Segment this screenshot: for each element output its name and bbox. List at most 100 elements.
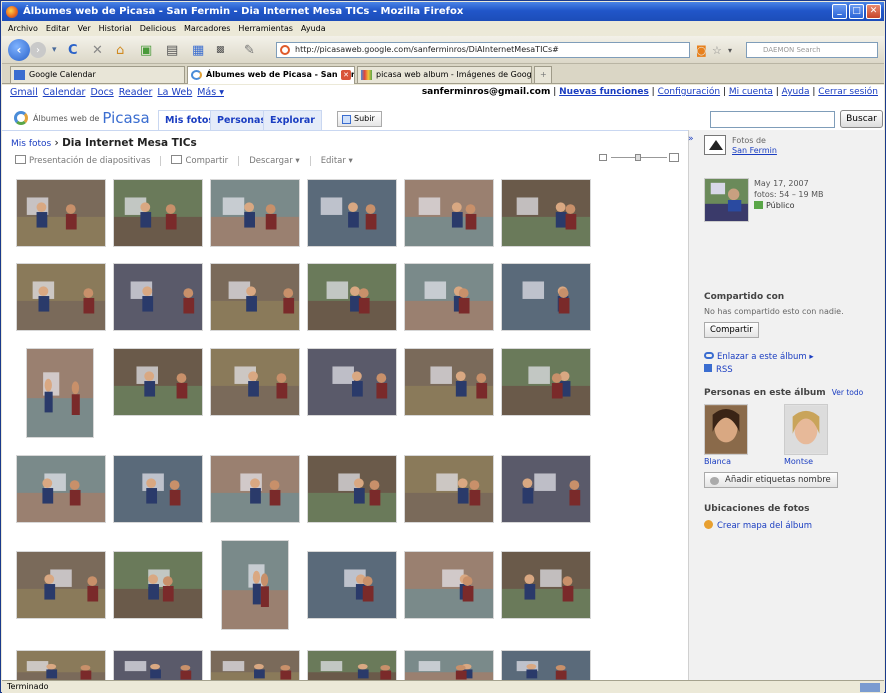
link-account[interactable]: Mi cuenta <box>729 87 773 97</box>
album-owner: Fotos de San Fermin <box>704 135 777 156</box>
history-dropdown-icon[interactable]: ▾ <box>52 41 57 59</box>
photo-thumbnail[interactable] <box>404 263 494 331</box>
public-icon <box>754 201 763 209</box>
photo-thumbnail[interactable] <box>16 551 106 619</box>
star-icon[interactable]: ☆ <box>712 41 722 59</box>
photo-thumbnail[interactable] <box>210 455 300 523</box>
menu-historial[interactable]: Historial <box>99 24 132 33</box>
create-map-link[interactable]: Crear mapa del álbum <box>704 520 812 531</box>
owner-label: Fotos de <box>732 136 766 145</box>
people-title: Personas en este álbum <box>704 388 826 398</box>
photo-thumbnail[interactable] <box>16 263 106 331</box>
photo-thumbnail[interactable] <box>501 650 591 680</box>
minimize-button[interactable]: _ <box>832 4 847 19</box>
person-name-montse[interactable]: Montse <box>784 457 813 466</box>
photo-thumbnail[interactable] <box>501 551 591 619</box>
photo-thumbnail[interactable] <box>307 455 397 523</box>
reload-icon[interactable]: C <box>68 41 78 59</box>
person-face-montse[interactable] <box>784 404 828 455</box>
photo-thumbnail[interactable] <box>26 348 94 438</box>
photo-thumbnail[interactable] <box>113 263 203 331</box>
close-tab-icon[interactable]: ✕ <box>341 70 351 80</box>
stop-icon[interactable]: ✕ <box>92 41 103 59</box>
person-face-blanca[interactable] <box>704 404 748 455</box>
photo-thumbnail[interactable] <box>307 650 397 680</box>
collapse-sidebar-icon[interactable]: » <box>688 134 694 144</box>
back-button[interactable]: ‹ <box>8 39 30 61</box>
add-name-tags-label: Añadir etiquetas nombre <box>725 475 831 485</box>
add-name-tags-button[interactable]: Añadir etiquetas nombre <box>704 472 838 488</box>
url-text: http://picasaweb.google.com/sanferminros… <box>295 45 559 54</box>
link-album[interactable]: Enlazar a este álbum ▸ <box>704 352 814 362</box>
search-button[interactable]: Buscar <box>840 110 883 128</box>
create-map-label: Crear mapa del álbum <box>717 521 812 531</box>
photo-thumbnail[interactable] <box>113 179 203 247</box>
link-signout[interactable]: Cerrar sesión <box>818 87 878 97</box>
menu-herramientas[interactable]: Herramientas <box>238 24 293 33</box>
forward-button[interactable]: › <box>30 42 46 58</box>
menu-ver[interactable]: Ver <box>78 24 91 33</box>
photo-thumbnail[interactable] <box>404 551 494 619</box>
navigation-toolbar: ‹ › ▾ C ✕ ⌂ ▣ ▤ ▦ ▩ ✎ http://picasaweb.g… <box>2 36 884 64</box>
menu-delicious[interactable]: Delicious <box>140 24 176 33</box>
photo-thumbnail[interactable] <box>113 455 203 523</box>
photo-thumbnail[interactable] <box>404 348 494 416</box>
link-help[interactable]: Ayuda <box>782 87 810 97</box>
window-icon[interactable]: ▦ <box>192 41 204 59</box>
album-cover[interactable] <box>704 178 749 222</box>
photo-thumbnail[interactable] <box>16 650 106 680</box>
share-album-button[interactable]: Compartir <box>704 322 759 338</box>
screenshot-icon[interactable]: ▤ <box>166 41 178 59</box>
photo-thumbnail[interactable] <box>307 179 397 247</box>
rss-link[interactable]: RSS <box>704 364 733 375</box>
photo-thumbnail[interactable] <box>113 348 203 416</box>
home-icon[interactable]: ⌂ <box>116 41 124 59</box>
photo-thumbnail[interactable] <box>501 455 591 523</box>
menu-marcadores[interactable]: Marcadores <box>184 24 230 33</box>
photo-thumbnail[interactable] <box>210 263 300 331</box>
visibility-label: Público <box>766 201 795 210</box>
photo-thumbnail[interactable] <box>404 650 494 680</box>
owner-avatar[interactable] <box>704 135 726 155</box>
new-tab-button[interactable]: + <box>534 66 552 83</box>
page-content: Gmail Calendar Docs Reader La Web Más ▾ … <box>2 85 884 680</box>
photo-thumbnail[interactable] <box>307 348 397 416</box>
address-bar[interactable]: http://picasaweb.google.com/sanferminros… <box>276 42 690 58</box>
photo-thumbnail[interactable] <box>501 348 591 416</box>
menu-editar[interactable]: Editar <box>46 24 70 33</box>
photo-thumbnail[interactable] <box>210 348 300 416</box>
owner-link[interactable]: San Fermin <box>732 146 777 155</box>
rss-feed-icon[interactable]: ◙ <box>696 41 707 59</box>
tab-picasa-album[interactable]: Álbumes web de Picasa - San Fer... ✕ <box>187 66 355 84</box>
photo-thumbnail[interactable] <box>16 455 106 523</box>
maximize-button[interactable]: □ <box>849 4 864 19</box>
search-input[interactable]: DAEMON Search <box>746 42 878 58</box>
menu-ayuda[interactable]: Ayuda <box>301 24 326 33</box>
tool-icon[interactable]: ▩ <box>216 41 225 59</box>
photo-thumbnail[interactable] <box>307 551 397 619</box>
photo-thumbnail[interactable] <box>210 650 300 680</box>
photo-thumbnail[interactable] <box>113 650 203 680</box>
photo-grid <box>2 85 692 680</box>
picasa-icon <box>191 70 202 80</box>
photo-thumbnail[interactable] <box>113 551 203 619</box>
close-button[interactable]: ✕ <box>866 4 881 19</box>
photo-thumbnail[interactable] <box>210 179 300 247</box>
photo-thumbnail[interactable] <box>501 263 591 331</box>
bookmark-add-icon[interactable]: ▣ <box>140 41 152 59</box>
tab-google-images[interactable]: picasa web album - Imágenes de Google <box>357 66 532 83</box>
person-name-blanca[interactable]: Blanca <box>704 457 731 466</box>
photo-thumbnail[interactable] <box>404 455 494 523</box>
album-stats: fotos: 54 – 19 MB <box>754 190 824 199</box>
photo-thumbnail[interactable] <box>404 179 494 247</box>
tab-google-calendar[interactable]: Google Calendar <box>10 66 185 83</box>
tag-tool-icon[interactable]: ✎ <box>244 41 255 59</box>
dropdown-icon[interactable]: ▾ <box>728 41 732 59</box>
photo-thumbnail[interactable] <box>221 540 289 630</box>
photo-thumbnail[interactable] <box>16 179 106 247</box>
photo-thumbnail[interactable] <box>501 179 591 247</box>
see-all-link[interactable]: Ver todo <box>832 388 864 397</box>
picasa-search-input[interactable] <box>710 111 835 128</box>
photo-thumbnail[interactable] <box>307 263 397 331</box>
menu-archivo[interactable]: Archivo <box>8 24 38 33</box>
